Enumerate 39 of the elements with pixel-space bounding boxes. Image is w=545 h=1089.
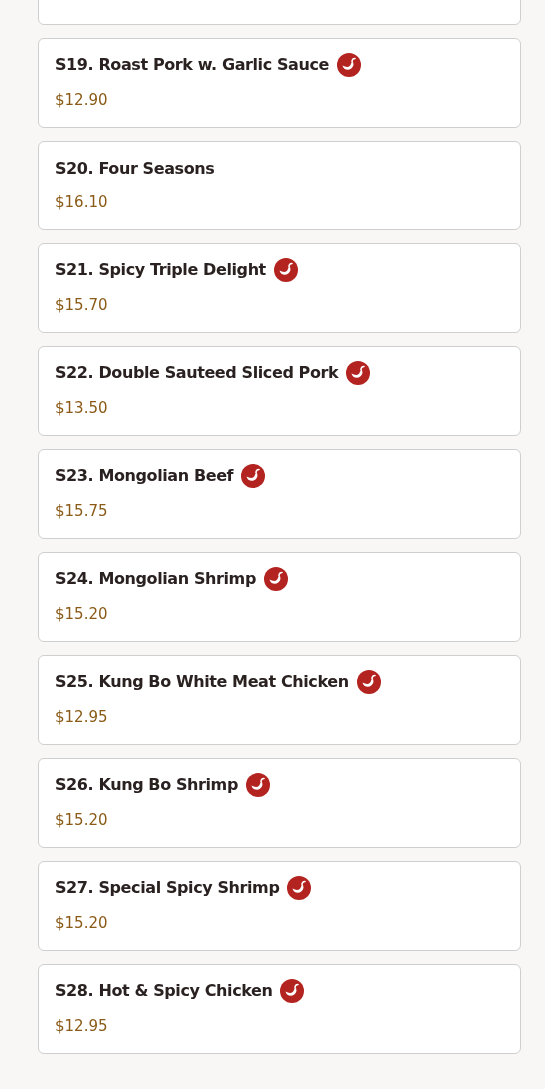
chili-icon [287, 876, 312, 900]
menu-item-card[interactable]: S28. Hot & Spicy Chicken $12.95 [38, 964, 521, 1054]
chili-icon [280, 979, 305, 1003]
item-name: S21. Spicy Triple Delight [55, 259, 266, 281]
item-price: $15.20 [55, 810, 109, 831]
item-price: $12.90 [55, 90, 109, 111]
chili-icon [346, 361, 371, 385]
item-name: S26. Kung Bo Shrimp [55, 774, 238, 796]
item-name: S27. Special Spicy Shrimp [55, 877, 280, 899]
menu-item-card[interactable]: S24. Mongolian Shrimp $15.20 [38, 552, 521, 642]
menu-item-card[interactable]: S26. Kung Bo Shrimp $15.20 [38, 758, 521, 848]
menu-item-card[interactable]: S22. Double Sauteed Sliced Pork $13.50 [38, 346, 521, 436]
chili-icon [241, 464, 266, 488]
item-name: S23. Mongolian Beef [55, 465, 234, 487]
item-price: $16.10 [55, 192, 109, 213]
chili-icon [245, 773, 270, 797]
chili-icon [337, 53, 361, 77]
chili-icon [273, 258, 298, 282]
item-price: $15.20 [55, 913, 109, 934]
item-price: $15.20 [55, 604, 109, 625]
item-price: $12.95 [55, 1016, 109, 1037]
item-price: $15.75 [55, 501, 109, 522]
menu-item-card[interactable]: S25. Kung Bo White Meat Chicken $12.95 [38, 655, 521, 745]
menu-item-card[interactable]: S21. Spicy Triple Delight $15.70 [38, 243, 521, 333]
item-name: S28. Hot & Spicy Chicken [55, 980, 273, 1002]
item-name: S24. Mongolian Shrimp [55, 568, 256, 590]
menu-item-card[interactable]: S20. Four Seasons $16.10 [38, 141, 521, 230]
item-price: $12.95 [55, 707, 109, 728]
item-name: S19. Roast Pork w. Garlic Sauce [55, 54, 329, 76]
menu-item-card[interactable]: S27. Special Spicy Shrimp $15.20 [38, 861, 521, 951]
menu-item-card[interactable]: S19. Roast Pork w. Garlic Sauce $12.90 [38, 38, 521, 128]
chili-icon [263, 567, 288, 591]
chili-icon [356, 670, 381, 694]
item-price: $15.70 [55, 295, 109, 316]
item-name: S22. Double Sauteed Sliced Pork [55, 362, 339, 384]
item-price: $13.50 [55, 398, 109, 419]
item-name: S20. Four Seasons [55, 158, 215, 180]
menu-item-card[interactable]: S23. Mongolian Beef $15.75 [38, 449, 521, 539]
item-name: S25. Kung Bo White Meat Chicken [55, 671, 349, 693]
